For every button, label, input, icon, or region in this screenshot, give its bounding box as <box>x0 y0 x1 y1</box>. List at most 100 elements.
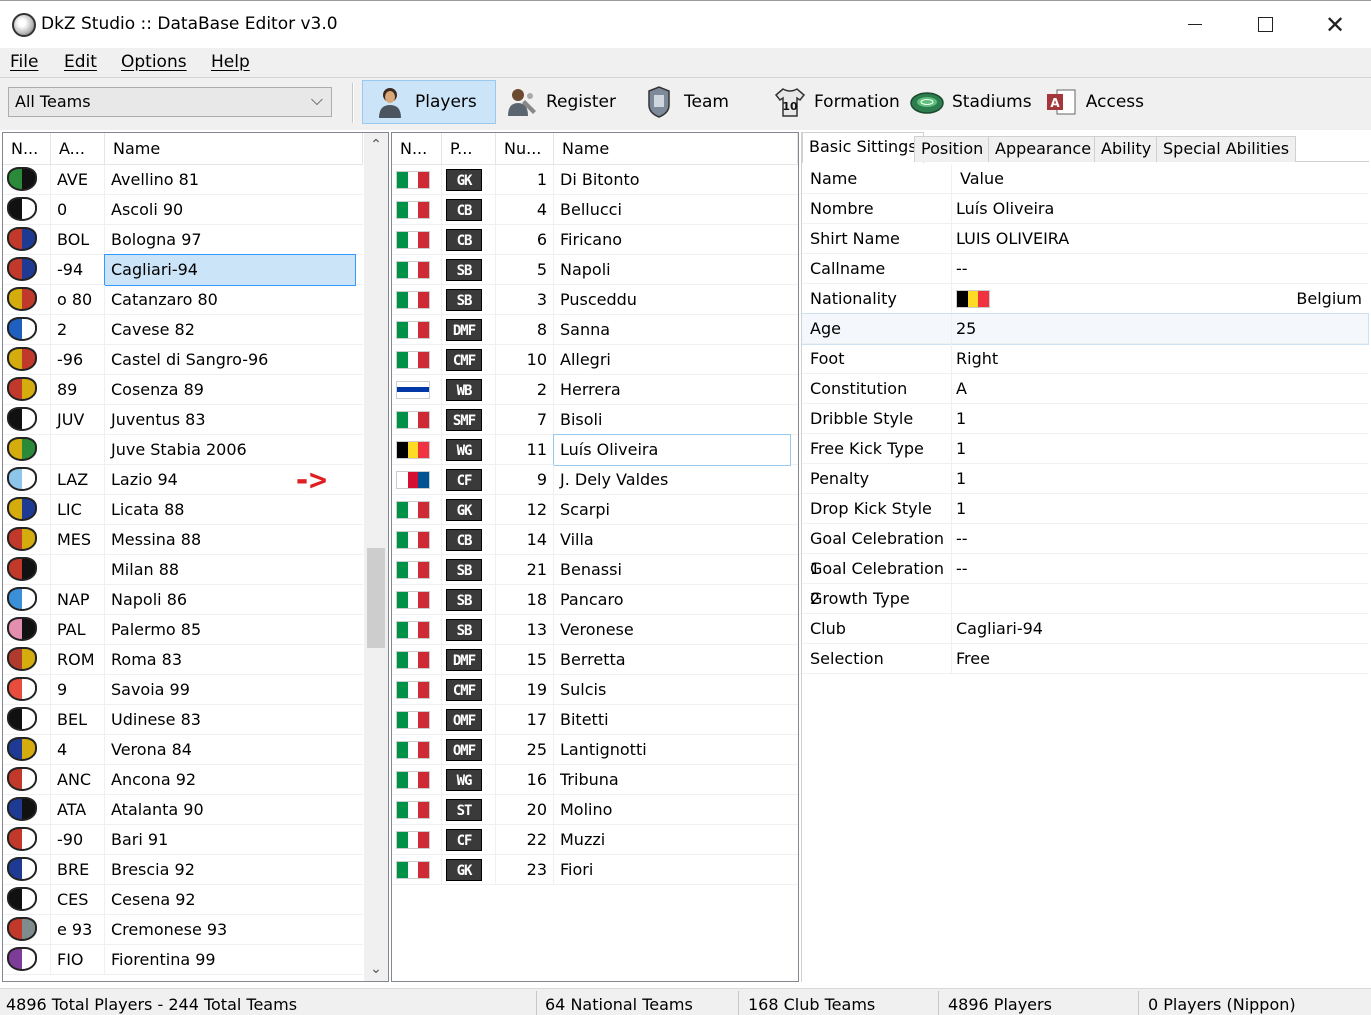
team-row[interactable]: Juve Stabia 2006 <box>3 434 363 465</box>
player-row[interactable]: SB 5 Napoli <box>392 254 798 285</box>
tab-special-abilities[interactable]: Special Abilities <box>1156 136 1297 162</box>
team-row[interactable]: BRE Brescia 92 <box>3 854 363 885</box>
chevron-down-icon[interactable]: ⌄ <box>364 961 388 977</box>
property-value[interactable]: 1 <box>952 494 1368 523</box>
column-header-nation[interactable]: N... <box>392 133 442 165</box>
team-row[interactable]: ROM Roma 83 <box>3 644 363 675</box>
team-filter-select[interactable]: All Teams ⌵ <box>8 87 332 117</box>
property-value[interactable]: Luís Oliveira <box>952 194 1368 223</box>
player-row[interactable]: CF 9 J. Dely Valdes <box>392 464 798 495</box>
team-row[interactable]: -90 Bari 91 <box>3 824 363 855</box>
column-header-shirt-number[interactable]: Nu... <box>496 133 554 165</box>
property-row[interactable]: Goal Celebration 1 -- <box>802 524 1368 578</box>
team-row[interactable]: NAP Napoli 86 <box>3 584 363 615</box>
property-value[interactable]: 1 <box>952 434 1368 463</box>
team-row[interactable]: 89 Cosenza 89 <box>3 374 363 405</box>
team-row[interactable]: -94 Cagliari-94 <box>3 253 363 286</box>
player-row[interactable]: SB 3 Pusceddu <box>392 284 798 315</box>
team-list-scrollbar[interactable]: ⌃ ⌄ <box>364 133 388 981</box>
property-row[interactable]: Nombre Luís Oliveira <box>802 194 1368 224</box>
register-button[interactable]: Register <box>496 80 624 124</box>
column-header-name[interactable]: Name <box>105 133 363 165</box>
player-row[interactable]: SB 18 Pancaro <box>392 584 798 615</box>
team-row[interactable]: -96 Castel di Sangro-96 <box>3 344 363 375</box>
property-row[interactable]: Shirt Name LUIS OLIVEIRA <box>802 224 1368 254</box>
property-row[interactable]: Selection Free <box>802 644 1368 674</box>
property-row[interactable]: Drop Kick Style 1 <box>802 494 1368 524</box>
property-row[interactable]: Age 25 <box>802 313 1369 345</box>
player-row[interactable]: CF 22 Muzzi <box>392 824 798 855</box>
column-header-abbr[interactable]: A... <box>51 133 105 165</box>
team-row[interactable]: LIC Licata 88 <box>3 494 363 525</box>
property-value[interactable]: -- <box>952 254 1368 283</box>
team-row[interactable]: o 80 Catanzaro 80 <box>3 284 363 315</box>
property-row[interactable]: Club Cagliari-94 <box>802 614 1368 644</box>
property-value[interactable]: LUIS OLIVEIRA <box>952 224 1368 253</box>
property-row[interactable]: Free Kick Type 1 <box>802 434 1368 464</box>
property-row[interactable]: Constitution A <box>802 374 1368 404</box>
menu-edit[interactable]: Edit <box>64 52 97 72</box>
player-row[interactable]: GK 1 Di Bitonto <box>392 164 798 195</box>
property-value[interactable]: 1 <box>952 404 1368 433</box>
team-row[interactable]: CES Cesena 92 <box>3 884 363 915</box>
tab-ability[interactable]: Ability <box>1094 136 1159 162</box>
minimize-button[interactable] <box>1160 1 1230 48</box>
close-button[interactable]: ✕ <box>1300 1 1370 48</box>
player-row[interactable]: OMF 25 Lantignotti <box>392 734 798 765</box>
chevron-up-icon[interactable]: ⌃ <box>364 137 388 153</box>
property-value[interactable]: Free <box>952 644 1368 673</box>
player-row[interactable]: ST 20 Molino <box>392 794 798 825</box>
team-row[interactable]: BEL Udinese 83 <box>3 704 363 735</box>
team-row[interactable]: JUV Juventus 83 <box>3 404 363 435</box>
maximize-button[interactable] <box>1230 1 1300 48</box>
player-row[interactable]: CB 4 Bellucci <box>392 194 798 225</box>
player-row[interactable]: CMF 19 Sulcis <box>392 674 798 705</box>
property-row[interactable]: Growth Type <box>802 584 1368 614</box>
team-row[interactable]: 2 Cavese 82 <box>3 314 363 345</box>
property-value[interactable]: -- <box>952 554 1368 583</box>
team-row[interactable]: ATA Atalanta 90 <box>3 794 363 825</box>
player-row[interactable]: DMF 15 Berretta <box>392 644 798 675</box>
team-row[interactable]: 0 Ascoli 90 <box>3 194 363 225</box>
menu-file[interactable]: File <box>10 52 38 72</box>
menu-options[interactable]: Options <box>121 52 187 72</box>
stadiums-button[interactable]: Stadiums <box>900 80 1040 124</box>
property-row[interactable]: Callname -- <box>802 254 1368 284</box>
property-value[interactable]: Right <box>952 344 1368 373</box>
player-row[interactable]: GK 12 Scarpi <box>392 494 798 525</box>
player-row[interactable]: CMF 10 Allegri <box>392 344 798 375</box>
players-button[interactable]: Players <box>362 80 496 124</box>
team-button[interactable]: Team <box>632 80 752 124</box>
scrollbar-thumb[interactable] <box>367 548 385 648</box>
team-row[interactable]: e 93 Cremonese 93 <box>3 914 363 945</box>
property-value[interactable]: 1 <box>952 464 1368 493</box>
tab-appearance[interactable]: Appearance <box>988 136 1099 162</box>
property-row[interactable]: Nationality Belgium <box>802 284 1368 314</box>
player-row[interactable]: SB 21 Benassi <box>392 554 798 585</box>
player-row[interactable]: DMF 8 Sanna <box>392 314 798 345</box>
team-row[interactable]: 4 Verona 84 <box>3 734 363 765</box>
team-row[interactable]: MES Messina 88 <box>3 524 363 555</box>
player-row[interactable]: CB 6 Firicano <box>392 224 798 255</box>
team-row[interactable]: Milan 88 <box>3 554 363 585</box>
tab-position[interactable]: Position <box>914 136 991 162</box>
property-value[interactable]: A <box>952 374 1368 403</box>
team-row[interactable]: ANC Ancona 92 <box>3 764 363 795</box>
player-row[interactable]: SB 13 Veronese <box>392 614 798 645</box>
formation-button[interactable]: 10 Formation <box>764 80 908 124</box>
player-row[interactable]: CB 14 Villa <box>392 524 798 555</box>
player-row[interactable]: WG 16 Tribuna <box>392 764 798 795</box>
property-value[interactable]: Cagliari-94 <box>952 614 1368 643</box>
tab-basic-sittings[interactable]: Basic Sittings <box>802 132 924 163</box>
column-header-player-name[interactable]: Name <box>554 133 798 165</box>
player-row[interactable]: WB 2 Herrera <box>392 374 798 405</box>
property-value[interactable]: -- <box>952 524 1368 553</box>
player-row[interactable]: GK 23 Fiori <box>392 854 798 885</box>
property-row[interactable]: Foot Right <box>802 344 1368 374</box>
team-row[interactable]: FIO Fiorentina 99 <box>3 944 363 975</box>
access-button[interactable]: A Access <box>1034 80 1154 124</box>
team-row[interactable]: PAL Palermo 85 <box>3 614 363 645</box>
player-row[interactable]: OMF 17 Bitetti <box>392 704 798 735</box>
column-header-position[interactable]: P... <box>442 133 496 165</box>
nationality-value[interactable]: Belgium <box>1296 284 1362 314</box>
